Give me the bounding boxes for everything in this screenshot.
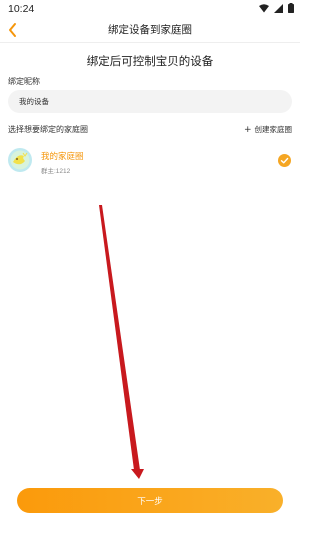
wifi-icon [259, 3, 269, 12]
next-step-button[interactable]: 下一步 [17, 488, 283, 513]
circle-name: 我的家庭圈 [41, 152, 84, 162]
create-circle-label: 创建家庭圈 [254, 125, 293, 134]
create-circle-button[interactable]: + 创建家庭圈 [244, 124, 292, 135]
nav-divider [0, 42, 300, 43]
circle-list-item[interactable]: 我的家庭圈 群主:1212 [0, 143, 300, 181]
circle-section-label: 选择想要绑定的家庭圈 [8, 125, 88, 134]
circle-owner: 群主:1212 [41, 168, 71, 175]
headline: 绑定后可控制宝贝的设备 [86, 54, 214, 68]
nav-bar: 绑定设备到家庭圈 [0, 18, 300, 42]
nickname-label: 绑定昵称 [8, 77, 40, 86]
circle-avatar [8, 148, 32, 172]
page-title: 绑定设备到家庭圈 [108, 24, 192, 36]
annotation-arrow [99, 205, 144, 479]
check-circle-icon[interactable] [278, 154, 291, 167]
battery-icon [288, 3, 294, 13]
nickname-input[interactable] [8, 90, 292, 113]
status-bar: 10:24 [0, 0, 300, 18]
status-icons [259, 3, 294, 13]
plus-icon: + [243, 125, 252, 135]
status-time: 10:24 [8, 3, 35, 15]
signal-icon [274, 3, 283, 13]
